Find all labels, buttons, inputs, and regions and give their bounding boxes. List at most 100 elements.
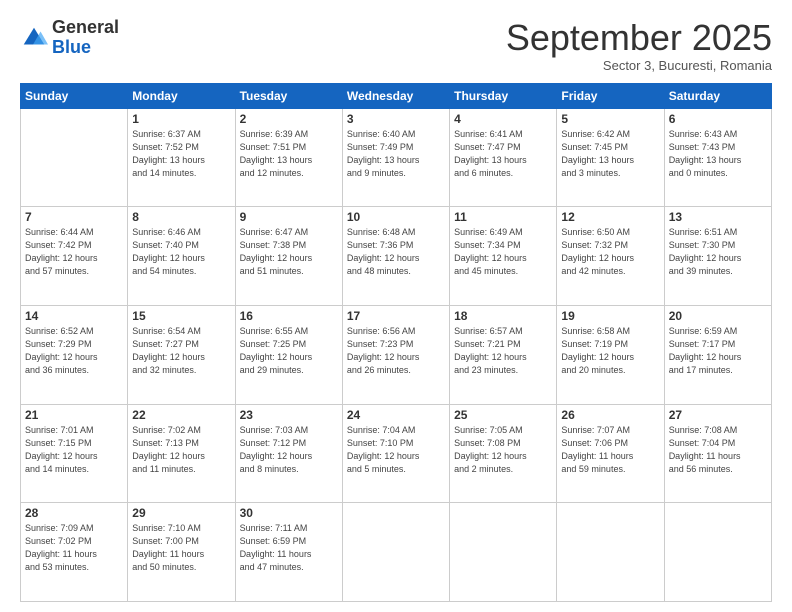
day-info: Sunrise: 6:56 AMSunset: 7:23 PMDaylight:…	[347, 325, 445, 377]
day-info: Sunrise: 6:42 AMSunset: 7:45 PMDaylight:…	[561, 128, 659, 180]
logo-blue: Blue	[52, 37, 91, 57]
day-number: 7	[25, 210, 123, 224]
calendar-cell: 1 Sunrise: 6:37 AMSunset: 7:52 PMDaylight…	[128, 108, 235, 207]
day-number: 29	[132, 506, 230, 520]
day-info: Sunrise: 7:08 AMSunset: 7:04 PMDaylight:…	[669, 424, 767, 476]
day-number: 6	[669, 112, 767, 126]
calendar-cell: 14Sunrise: 6:52 AMSunset: 7:29 PMDayligh…	[21, 305, 128, 404]
calendar-cell: 2 Sunrise: 6:39 AMSunset: 7:51 PMDaylight…	[235, 108, 342, 207]
day-info: Sunrise: 6:50 AMSunset: 7:32 PMDaylight:…	[561, 226, 659, 278]
week-row-4: 28 Sunrise: 7:09 AMSunset: 7:02 PMDayligh…	[21, 503, 772, 602]
calendar-cell: 12Sunrise: 6:50 AMSunset: 7:32 PMDayligh…	[557, 207, 664, 306]
calendar-cell: 20 Sunrise: 6:59 AMSunset: 7:17 PMDayligh…	[664, 305, 771, 404]
calendar-cell: 19 Sunrise: 6:58 AMSunset: 7:19 PMDayligh…	[557, 305, 664, 404]
day-number: 25	[454, 408, 552, 422]
page: General Blue September 2025 Sector 3, Bu…	[0, 0, 792, 612]
header: General Blue September 2025 Sector 3, Bu…	[20, 18, 772, 73]
day-number: 24	[347, 408, 445, 422]
calendar-cell: 27 Sunrise: 7:08 AMSunset: 7:04 PMDayligh…	[664, 404, 771, 503]
subtitle: Sector 3, Bucuresti, Romania	[506, 58, 772, 73]
day-number: 9	[240, 210, 338, 224]
day-number: 23	[240, 408, 338, 422]
day-number: 16	[240, 309, 338, 323]
day-info: Sunrise: 6:49 AMSunset: 7:34 PMDaylight:…	[454, 226, 552, 278]
calendar-cell	[21, 108, 128, 207]
day-number: 1	[132, 112, 230, 126]
day-info: Sunrise: 7:04 AMSunset: 7:10 PMDaylight:…	[347, 424, 445, 476]
calendar-cell: 3Sunrise: 6:40 AMSunset: 7:49 PMDaylight…	[342, 108, 449, 207]
header-monday: Monday	[128, 83, 235, 108]
header-wednesday: Wednesday	[342, 83, 449, 108]
header-sunday: Sunday	[21, 83, 128, 108]
calendar-cell: 6Sunrise: 6:43 AMSunset: 7:43 PMDaylight…	[664, 108, 771, 207]
calendar: Sunday Monday Tuesday Wednesday Thursday…	[20, 83, 772, 602]
day-info: Sunrise: 6:54 AMSunset: 7:27 PMDaylight:…	[132, 325, 230, 377]
calendar-cell: 5 Sunrise: 6:42 AMSunset: 7:45 PMDaylight…	[557, 108, 664, 207]
week-row-2: 14Sunrise: 6:52 AMSunset: 7:29 PMDayligh…	[21, 305, 772, 404]
day-number: 3	[347, 112, 445, 126]
logo-general: General	[52, 17, 119, 37]
calendar-cell: 4 Sunrise: 6:41 AMSunset: 7:47 PMDaylight…	[450, 108, 557, 207]
day-info: Sunrise: 6:41 AMSunset: 7:47 PMDaylight:…	[454, 128, 552, 180]
day-number: 18	[454, 309, 552, 323]
day-info: Sunrise: 7:01 AMSunset: 7:15 PMDaylight:…	[25, 424, 123, 476]
calendar-cell: 10 Sunrise: 6:48 AMSunset: 7:36 PMDayligh…	[342, 207, 449, 306]
day-number: 17	[347, 309, 445, 323]
day-number: 19	[561, 309, 659, 323]
calendar-cell: 9 Sunrise: 6:47 AMSunset: 7:38 PMDaylight…	[235, 207, 342, 306]
day-number: 21	[25, 408, 123, 422]
calendar-cell: 8Sunrise: 6:46 AMSunset: 7:40 PMDaylight…	[128, 207, 235, 306]
logo: General Blue	[20, 18, 119, 58]
calendar-cell	[557, 503, 664, 602]
logo-icon	[20, 24, 48, 52]
day-info: Sunrise: 6:37 AMSunset: 7:52 PMDaylight:…	[132, 128, 230, 180]
calendar-cell: 13Sunrise: 6:51 AMSunset: 7:30 PMDayligh…	[664, 207, 771, 306]
calendar-cell: 30Sunrise: 7:11 AMSunset: 6:59 PMDayligh…	[235, 503, 342, 602]
day-info: Sunrise: 7:09 AMSunset: 7:02 PMDaylight:…	[25, 522, 123, 574]
day-number: 15	[132, 309, 230, 323]
calendar-cell	[664, 503, 771, 602]
logo-text: General Blue	[52, 18, 119, 58]
header-friday: Friday	[557, 83, 664, 108]
day-info: Sunrise: 6:39 AMSunset: 7:51 PMDaylight:…	[240, 128, 338, 180]
day-number: 2	[240, 112, 338, 126]
month-title: September 2025	[506, 18, 772, 58]
day-info: Sunrise: 6:48 AMSunset: 7:36 PMDaylight:…	[347, 226, 445, 278]
day-number: 5	[561, 112, 659, 126]
day-info: Sunrise: 7:07 AMSunset: 7:06 PMDaylight:…	[561, 424, 659, 476]
day-info: Sunrise: 6:44 AMSunset: 7:42 PMDaylight:…	[25, 226, 123, 278]
day-number: 13	[669, 210, 767, 224]
title-block: September 2025 Sector 3, Bucuresti, Roma…	[506, 18, 772, 73]
calendar-cell	[342, 503, 449, 602]
day-number: 28	[25, 506, 123, 520]
day-info: Sunrise: 6:55 AMSunset: 7:25 PMDaylight:…	[240, 325, 338, 377]
day-info: Sunrise: 7:05 AMSunset: 7:08 PMDaylight:…	[454, 424, 552, 476]
day-number: 4	[454, 112, 552, 126]
calendar-cell: 16 Sunrise: 6:55 AMSunset: 7:25 PMDayligh…	[235, 305, 342, 404]
week-row-0: 1 Sunrise: 6:37 AMSunset: 7:52 PMDaylight…	[21, 108, 772, 207]
day-number: 10	[347, 210, 445, 224]
calendar-cell: 25 Sunrise: 7:05 AMSunset: 7:08 PMDayligh…	[450, 404, 557, 503]
day-info: Sunrise: 6:57 AMSunset: 7:21 PMDaylight:…	[454, 325, 552, 377]
calendar-cell	[450, 503, 557, 602]
day-number: 20	[669, 309, 767, 323]
calendar-cell: 23Sunrise: 7:03 AMSunset: 7:12 PMDayligh…	[235, 404, 342, 503]
day-info: Sunrise: 6:47 AMSunset: 7:38 PMDaylight:…	[240, 226, 338, 278]
day-info: Sunrise: 6:58 AMSunset: 7:19 PMDaylight:…	[561, 325, 659, 377]
week-row-1: 7 Sunrise: 6:44 AMSunset: 7:42 PMDaylight…	[21, 207, 772, 306]
header-tuesday: Tuesday	[235, 83, 342, 108]
calendar-cell: 21 Sunrise: 7:01 AMSunset: 7:15 PMDayligh…	[21, 404, 128, 503]
day-info: Sunrise: 6:59 AMSunset: 7:17 PMDaylight:…	[669, 325, 767, 377]
day-number: 26	[561, 408, 659, 422]
calendar-cell: 15 Sunrise: 6:54 AMSunset: 7:27 PMDayligh…	[128, 305, 235, 404]
day-info: Sunrise: 6:52 AMSunset: 7:29 PMDaylight:…	[25, 325, 123, 377]
calendar-cell: 29 Sunrise: 7:10 AMSunset: 7:00 PMDayligh…	[128, 503, 235, 602]
day-info: Sunrise: 7:10 AMSunset: 7:00 PMDaylight:…	[132, 522, 230, 574]
day-number: 27	[669, 408, 767, 422]
day-number: 8	[132, 210, 230, 224]
calendar-cell: 18 Sunrise: 6:57 AMSunset: 7:21 PMDayligh…	[450, 305, 557, 404]
calendar-cell: 26 Sunrise: 7:07 AMSunset: 7:06 PMDayligh…	[557, 404, 664, 503]
weekday-header-row: Sunday Monday Tuesday Wednesday Thursday…	[21, 83, 772, 108]
calendar-cell: 22Sunrise: 7:02 AMSunset: 7:13 PMDayligh…	[128, 404, 235, 503]
calendar-cell: 28 Sunrise: 7:09 AMSunset: 7:02 PMDayligh…	[21, 503, 128, 602]
